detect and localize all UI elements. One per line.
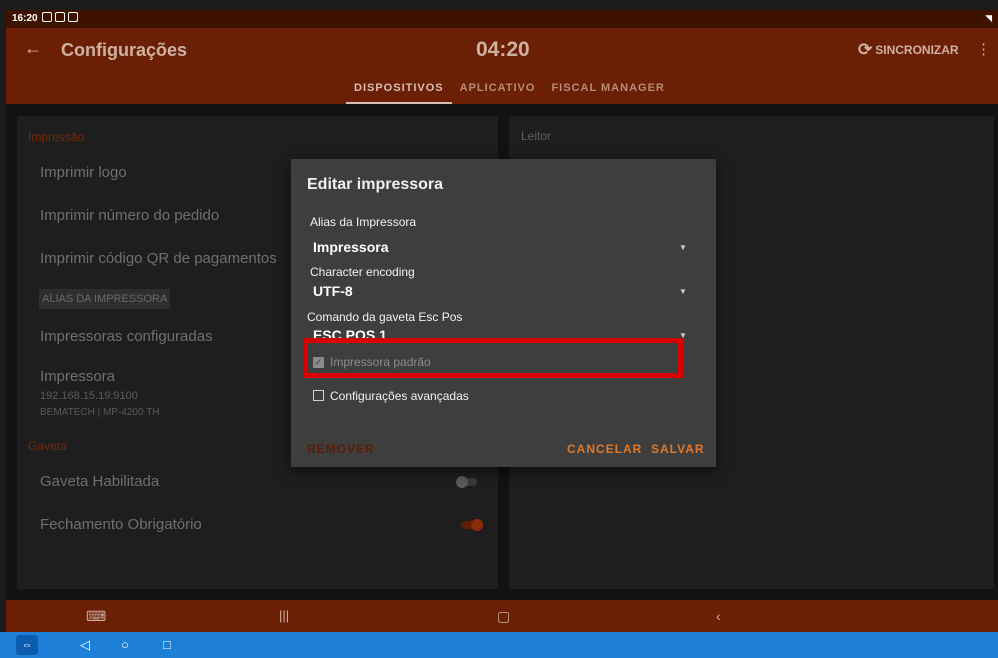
section-title-leitor: Leitor	[521, 129, 552, 143]
toggle-thumb	[471, 519, 483, 531]
section-title-gaveta: Gaveta	[28, 439, 67, 453]
eye-icon	[42, 12, 52, 22]
drawer-command-label: Comando da gaveta Esc Pos	[307, 310, 463, 324]
home-icon[interactable]: ▢	[497, 608, 510, 625]
dialog-title: Editar impressora	[307, 176, 444, 193]
nav-back-icon[interactable]: ‹	[716, 608, 721, 624]
dropdown-arrow-icon: ▼	[679, 331, 687, 338]
print-logo-row[interactable]: Imprimir logo	[40, 164, 127, 181]
sync-label: SINCRONIZAR	[875, 43, 959, 57]
printer-ip: 192.168.15.19:9100	[40, 390, 138, 402]
more-vert-icon[interactable]: ⋮	[976, 40, 991, 58]
back-arrow-icon[interactable]: ←	[24, 38, 42, 59]
alias-label: Alias da Impressora	[310, 215, 417, 229]
triangle-back-icon[interactable]: ◁	[80, 637, 90, 653]
tab-fiscal-manager[interactable]: FISCAL MANAGER	[543, 76, 672, 104]
app-bar: ← Configurações 04:20 ⟳ SINCRONIZAR ⋮ DI…	[6, 28, 998, 104]
dropdown-arrow-icon: ▼	[679, 243, 687, 252]
save-button[interactable]: SALVAR	[651, 442, 705, 456]
edit-printer-dialog: Editar impressora Alias da Impressora Im…	[291, 159, 716, 467]
toggle-thumb	[456, 476, 468, 488]
remove-button[interactable]: REMOVER	[307, 442, 375, 456]
advanced-settings-label: Configurações avançadas	[330, 389, 469, 403]
window-edge	[0, 0, 998, 10]
alias-value: Impressora	[313, 239, 389, 255]
teamviewer-icon[interactable]: ⇔	[16, 635, 38, 655]
page-title: Configurações	[61, 40, 188, 60]
status-time: 16:20	[12, 13, 38, 24]
wifi-icon: ◥	[985, 13, 992, 23]
tab-aplicativo[interactable]: APLICATIVO	[452, 76, 544, 104]
android-nav-bar: ⌨ ||| ▢ ‹	[6, 600, 998, 632]
status-bar: 16:20 ◥	[6, 10, 998, 28]
printer-model: BEMATECH | MP-4200 TH	[40, 407, 160, 418]
print-order-number-row[interactable]: Imprimir número do pedido	[40, 207, 219, 224]
highlight-box	[303, 338, 683, 378]
section-title-impressao: Impressão	[28, 130, 85, 144]
remote-taskbar: ⇔ ◁ ○ □	[0, 632, 998, 658]
printer-alias-chip[interactable]: ALIAS DA IMPRESSORA	[39, 289, 171, 309]
dropdown-arrow-icon: ▼	[679, 287, 687, 296]
mandatory-closing-label: Fechamento Obrigatório	[40, 516, 202, 533]
keyboard-icon[interactable]: ⌨	[86, 608, 106, 625]
print-qr-payment-row[interactable]: Imprimir código QR de pagamentos	[40, 250, 277, 267]
cancel-button[interactable]: CANCELAR	[567, 442, 642, 456]
square-recents-icon[interactable]: □	[163, 637, 171, 652]
printer-name[interactable]: Impressora	[40, 368, 115, 385]
device-screen: 16:20 ◥ ← Configurações 04:20 ⟳ SINCRONI…	[0, 0, 998, 658]
drawer-command-select[interactable]: ESC POS 1 ▼	[291, 325, 716, 338]
configured-printers-label: Impressoras configuradas	[40, 328, 213, 345]
tab-bar: DISPOSITIVOS APLICATIVO FISCAL MANAGER	[346, 76, 673, 104]
cast-icon	[55, 12, 65, 22]
drawer-command-value: ESC POS 1	[313, 327, 387, 338]
clock: 04:20	[476, 38, 530, 61]
sync-button[interactable]: ⟳ SINCRONIZAR	[858, 40, 959, 60]
encoding-value: UTF-8	[313, 283, 353, 299]
sync-icon: ⟳	[858, 40, 873, 59]
encoding-label: Character encoding	[310, 265, 415, 279]
recent-apps-icon[interactable]: |||	[279, 608, 289, 623]
tab-dispositivos[interactable]: DISPOSITIVOS	[346, 76, 452, 104]
circle-home-icon[interactable]: ○	[121, 637, 129, 652]
status-icons	[42, 12, 78, 22]
checkbox-unchecked-icon	[313, 390, 324, 401]
drawer-enabled-label: Gaveta Habilitada	[40, 473, 160, 490]
image-icon	[68, 12, 78, 22]
